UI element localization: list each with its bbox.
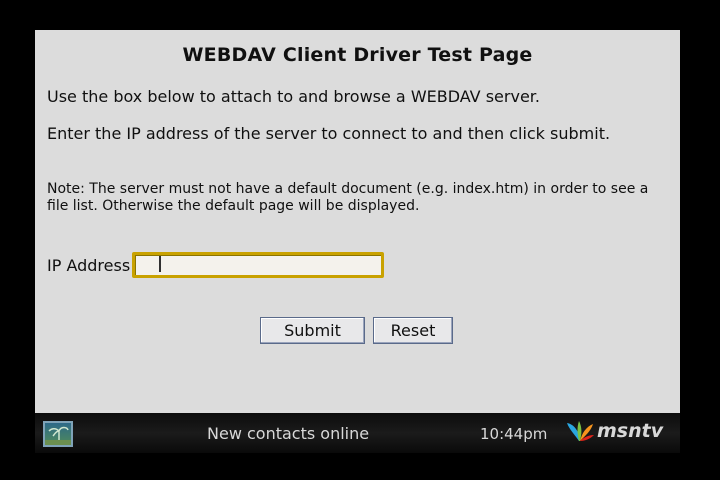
- intro-text: Use the box below to attach to and brows…: [47, 87, 540, 106]
- clock: 10:44pm: [480, 425, 548, 443]
- reset-button[interactable]: Reset: [373, 317, 453, 344]
- msntv-logo: msntv: [565, 419, 663, 443]
- text-caret: [159, 256, 161, 272]
- tv-screen-icon[interactable]: [43, 421, 73, 447]
- tv-screen: WEBDAV Client Driver Test Page Use the b…: [0, 0, 720, 480]
- note-text: Note: The server must not have a default…: [47, 181, 649, 214]
- instruction-text: Enter the IP address of the server to co…: [47, 124, 611, 143]
- status-bar: New contacts online 10:44pm msntv: [35, 413, 680, 453]
- ip-address-label: IP Address: [47, 255, 131, 275]
- msntv-logo-text: msntv: [597, 420, 664, 442]
- ip-address-input[interactable]: [132, 252, 385, 278]
- status-message[interactable]: New contacts online: [207, 424, 369, 443]
- ip-address-row: IP Address: [47, 248, 385, 282]
- web-page: WEBDAV Client Driver Test Page Use the b…: [35, 30, 680, 413]
- submit-button[interactable]: Submit: [260, 317, 365, 344]
- page-title: WEBDAV Client Driver Test Page: [182, 44, 533, 66]
- msn-butterfly-icon: [567, 421, 594, 441]
